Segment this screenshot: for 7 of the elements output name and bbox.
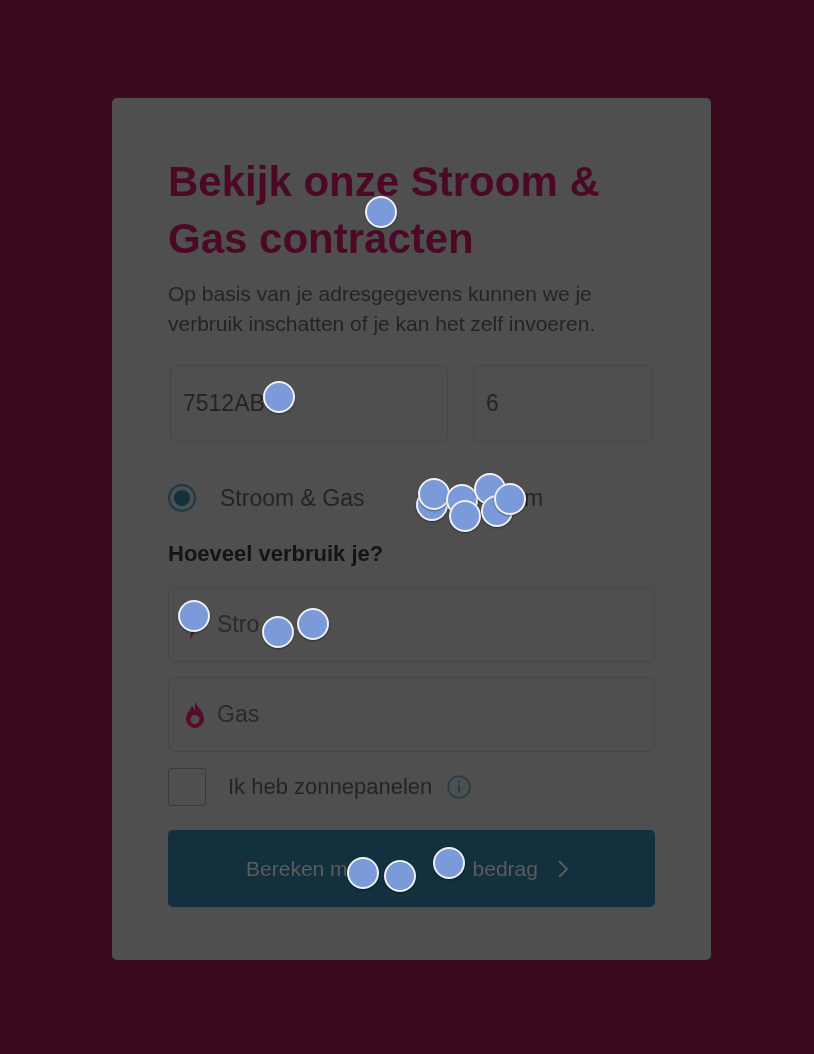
flame-icon bbox=[185, 700, 205, 729]
chevron-right-icon bbox=[556, 858, 569, 879]
page-title: Bekijk onze Stroom & Gas contracten bbox=[168, 157, 601, 264]
usage-heading: Hoeveel verbruik je? bbox=[168, 540, 385, 568]
info-icon[interactable] bbox=[447, 775, 472, 799]
radio-button[interactable] bbox=[168, 484, 196, 512]
calculate-button[interactable]: Bereken m bedrag bbox=[168, 830, 655, 907]
